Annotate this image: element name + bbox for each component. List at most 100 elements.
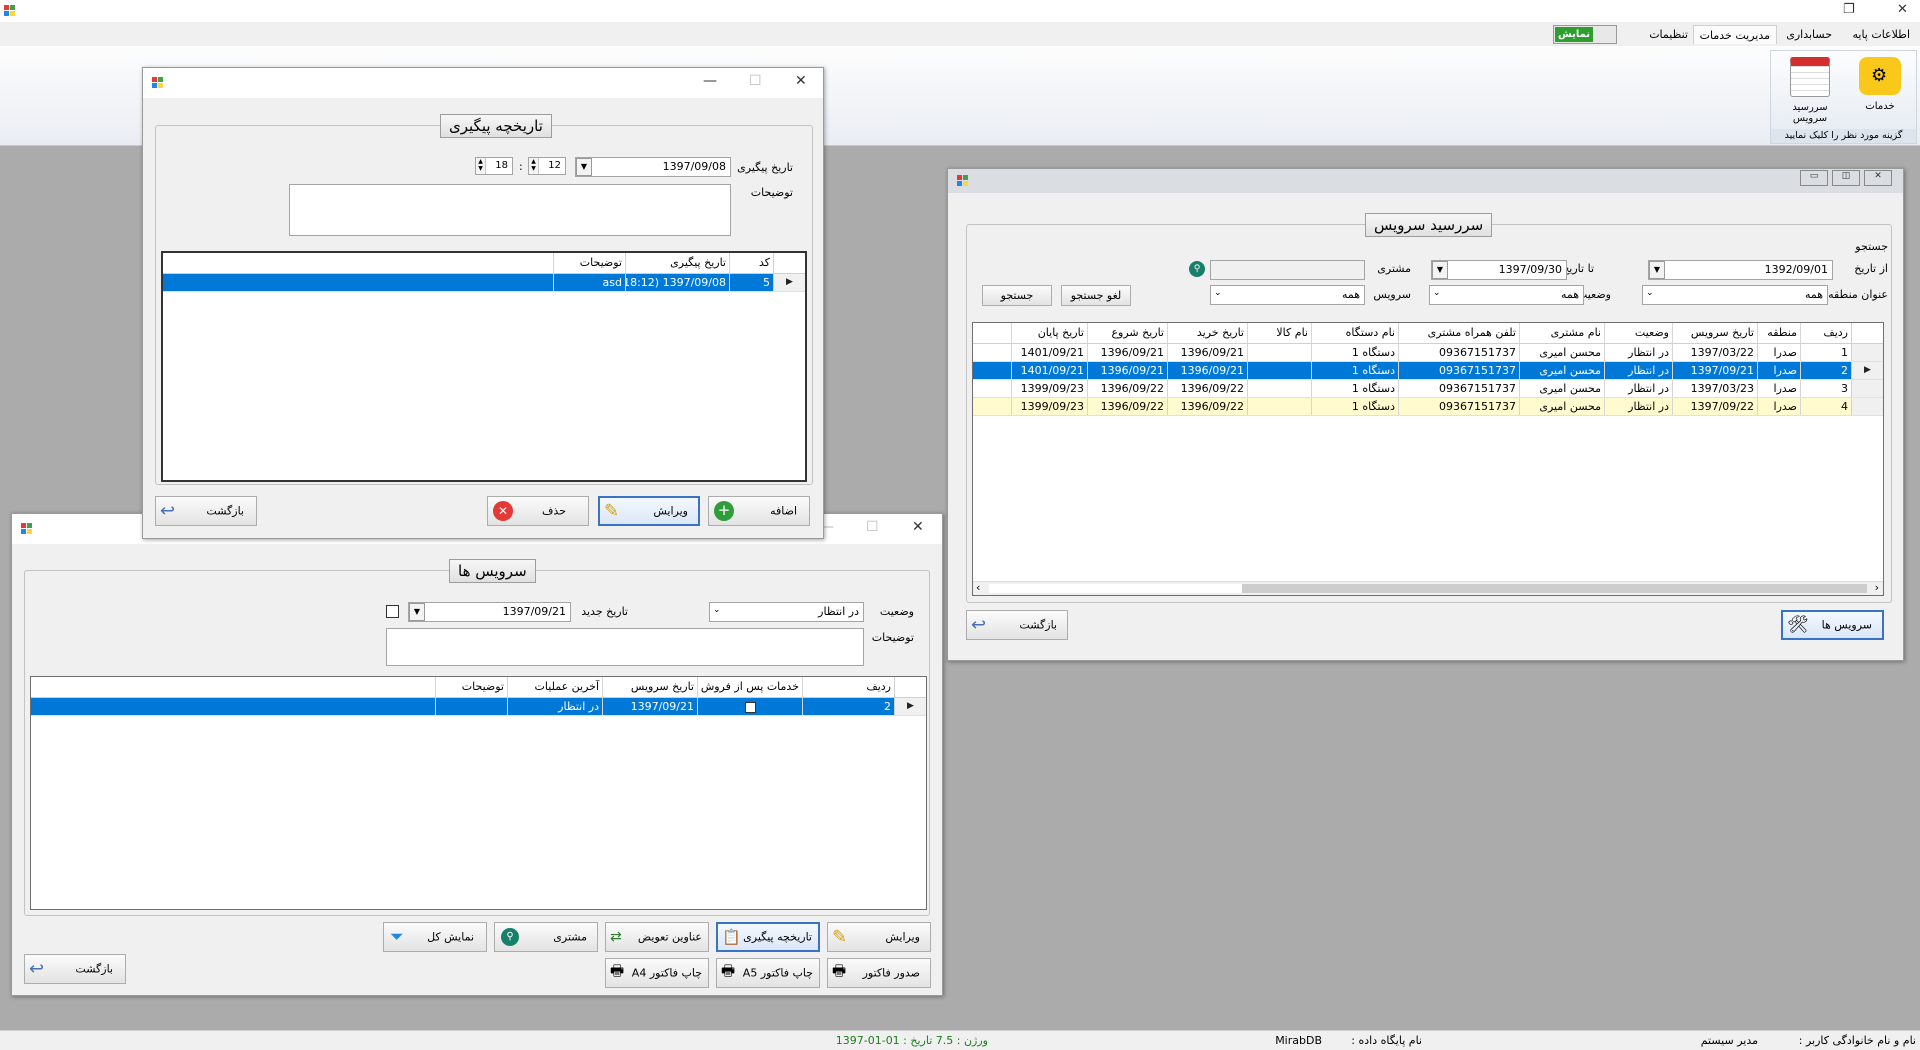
followup-date-dropdown[interactable]: ▼ — [576, 158, 592, 176]
spinner-arrows-icon[interactable]: ▲ ▼ — [476, 158, 486, 174]
services-notes-field[interactable] — [386, 628, 864, 666]
close-icon[interactable]: ✕ — [1897, 2, 1908, 17]
edit-button[interactable]: ✎ ویرایش — [827, 922, 931, 952]
table-cell: 1396/09/22 — [1087, 398, 1167, 415]
service-due-ribbon-button[interactable]: سررسید سرویس — [1776, 55, 1844, 124]
maximize-icon[interactable]: ◫ — [1832, 170, 1860, 186]
scrollbar-thumb[interactable] — [989, 584, 1242, 593]
print-invoice-a5-button[interactable]: 🖶 چاپ فاکتور A5 — [716, 958, 820, 988]
new-date-dropdown[interactable]: ▼ — [409, 603, 425, 621]
menu-item-basic-info[interactable]: اطلاعات پایه — [1846, 25, 1916, 44]
row-header[interactable] — [1851, 344, 1883, 361]
new-date-checkbox[interactable] — [386, 605, 399, 618]
status-user-label: نام و نام خانوادگی کاربر : — [1798, 1034, 1916, 1047]
table-cell: دستگاه 1 — [1311, 362, 1398, 379]
services-status-select[interactable]: در انتظار — [709, 602, 864, 622]
replace-titles-button[interactable]: ⇄ عناوین تعویض — [605, 922, 709, 952]
col-header-purchase-date: تاریخ خرید — [1167, 323, 1247, 343]
table-cell: 1397/03/22 — [1672, 344, 1757, 361]
table-row[interactable]: 3 صدرا 1397/03/23 در انتظار محسن امیری 093671… — [973, 380, 1883, 398]
customer-search-icon[interactable]: ⚲ — [1189, 261, 1205, 277]
add-button[interactable]: + اضافه — [708, 496, 810, 526]
followup-date-field[interactable]: 1397/09/08 — [575, 157, 731, 177]
back-arrow-icon: ↩ — [160, 500, 176, 522]
to-date-field[interactable]: 1397/09/30 — [1431, 260, 1567, 280]
from-date-field[interactable]: 1392/09/01 — [1648, 260, 1833, 280]
table-cell: محسن امیری — [1519, 380, 1604, 397]
service-select[interactable]: همه — [1210, 285, 1365, 305]
show-toggle[interactable]: نمایش — [1553, 25, 1617, 44]
after-sales-checkbox[interactable] — [744, 701, 756, 713]
row-header[interactable]: ▶ — [773, 274, 805, 291]
delete-button[interactable]: ✕ حذف — [487, 496, 589, 526]
followup-notes-field[interactable] — [289, 184, 731, 236]
horizontal-scrollbar[interactable]: ‹ › — [973, 581, 1883, 595]
search-button[interactable]: جستجو — [982, 285, 1052, 306]
table-cell — [1247, 398, 1311, 415]
table-row[interactable]: ▶ 2 1397/09/21 در انتظار — [31, 698, 926, 716]
close-icon[interactable]: ✕ — [1864, 170, 1892, 186]
spinner-arrows-icon[interactable]: ▲ ▼ — [529, 158, 539, 174]
col-header-after-sales: خدمات پس از فروش — [697, 677, 802, 697]
status-select[interactable]: همه — [1429, 285, 1584, 305]
col-header-followup-date: تاریخ پیگیری — [625, 253, 729, 273]
region-select[interactable]: همه — [1642, 285, 1828, 305]
scrollbar-track[interactable] — [1242, 584, 1867, 593]
edit-button[interactable]: ✎ ویرایش — [598, 496, 700, 526]
row-header[interactable]: ▶ — [1851, 362, 1883, 379]
col-header-service-date: تاریخ سرویس — [1672, 323, 1757, 343]
services-window-heading: سرویس ها — [449, 559, 536, 583]
followup-history-button[interactable]: 📋 تاریخچه پیگیری — [716, 922, 820, 952]
row-header[interactable] — [1851, 380, 1883, 397]
minute-spinner[interactable]: ▲ ▼ 12 — [528, 157, 566, 175]
table-row[interactable]: 1 صدرا 1397/03/22 در انتظار محسن امیری 093671… — [973, 344, 1883, 362]
restore-icon[interactable]: ❐ — [1843, 2, 1855, 17]
services-ribbon-label: خدمات — [1865, 101, 1895, 112]
close-icon[interactable]: ✕ — [795, 73, 807, 89]
minimize-icon[interactable]: ▭ — [1800, 170, 1828, 186]
scroll-left-icon[interactable]: ‹ — [976, 581, 980, 594]
new-date-field[interactable]: 1397/09/21 — [408, 602, 571, 622]
print-invoice-a4-button[interactable]: 🖶 چاپ فاکتور A4 — [605, 958, 709, 988]
maximize-icon[interactable]: ☐ — [749, 73, 762, 89]
chevron-down-icon: ⌄ — [1214, 288, 1222, 298]
table-cell: 1397/09/21 — [1672, 362, 1757, 379]
hour-spinner[interactable]: ▲ ▼ 18 — [475, 157, 513, 175]
services-status-label: وضعیت — [879, 605, 914, 618]
menu-item-service-management[interactable]: مدیریت خدمات — [1692, 25, 1777, 44]
table-cell: صدرا — [1757, 398, 1800, 415]
status-db-label: نام پایگاه داده : — [1351, 1034, 1422, 1047]
row-header[interactable]: ▶ — [894, 698, 926, 715]
table-row[interactable]: ▶51397/09/08 (18:12)asd — [163, 274, 805, 292]
to-date-dropdown[interactable]: ▼ — [1432, 261, 1448, 279]
menu-item-settings[interactable]: تنظیمات — [1643, 25, 1694, 44]
services-button[interactable]: 🛠 سرویس ها — [1781, 610, 1884, 640]
col-header-last-operation: آخرین عملیات — [507, 677, 602, 697]
close-icon[interactable]: ✕ — [912, 519, 924, 535]
from-date-dropdown[interactable]: ▼ — [1649, 261, 1665, 279]
scroll-right-icon[interactable]: › — [1875, 581, 1879, 594]
customer-field[interactable] — [1210, 260, 1365, 280]
issue-invoice-button[interactable]: 🖶 صدور فاکتور — [827, 958, 931, 988]
table-row[interactable]: 4 صدرا 1397/09/22 در انتظار محسن امیری 093671… — [973, 398, 1883, 416]
back-button[interactable]: ↩ بازگشت — [966, 610, 1068, 640]
maximize-icon[interactable]: ☐ — [866, 519, 879, 535]
services-ribbon-button[interactable]: ⚙ خدمات — [1846, 55, 1914, 123]
table-row[interactable]: ▶ 2 صدرا 1397/09/21 در انتظار محسن امیری 09367… — [973, 362, 1883, 380]
menu-strip: اطلاعات پایه حسابداری مدیریت خدمات تنظیم… — [0, 22, 1920, 46]
back-button[interactable]: ↩ بازگشت — [24, 954, 126, 984]
back-button[interactable]: ↩ بازگشت — [155, 496, 257, 526]
cancel-search-button[interactable]: لغو جستجو — [1061, 285, 1131, 306]
menu-item-accounting[interactable]: حسابداری — [1780, 25, 1838, 44]
table-cell: صدرا — [1757, 362, 1800, 379]
ribbon-group-caption: گزینه مورد نظر را کلیک نمایید — [1771, 129, 1916, 143]
service-due-ribbon-label: سررسید سرویس — [1792, 102, 1828, 124]
col-header-status: وضعیت — [1604, 323, 1672, 343]
row-header[interactable] — [1851, 398, 1883, 415]
time-separator: : — [519, 160, 523, 173]
followup-notes-label: توضیحات — [750, 186, 793, 199]
minimize-icon[interactable]: — — [703, 73, 717, 89]
show-all-button[interactable]: ⏷ نمایش کل — [383, 922, 487, 952]
due-grid-header: ردیف منطقه تاریخ سرویس وضعیت نام مشتری ت… — [973, 323, 1883, 344]
customer-button[interactable]: ⚲ مشتری — [494, 922, 598, 952]
